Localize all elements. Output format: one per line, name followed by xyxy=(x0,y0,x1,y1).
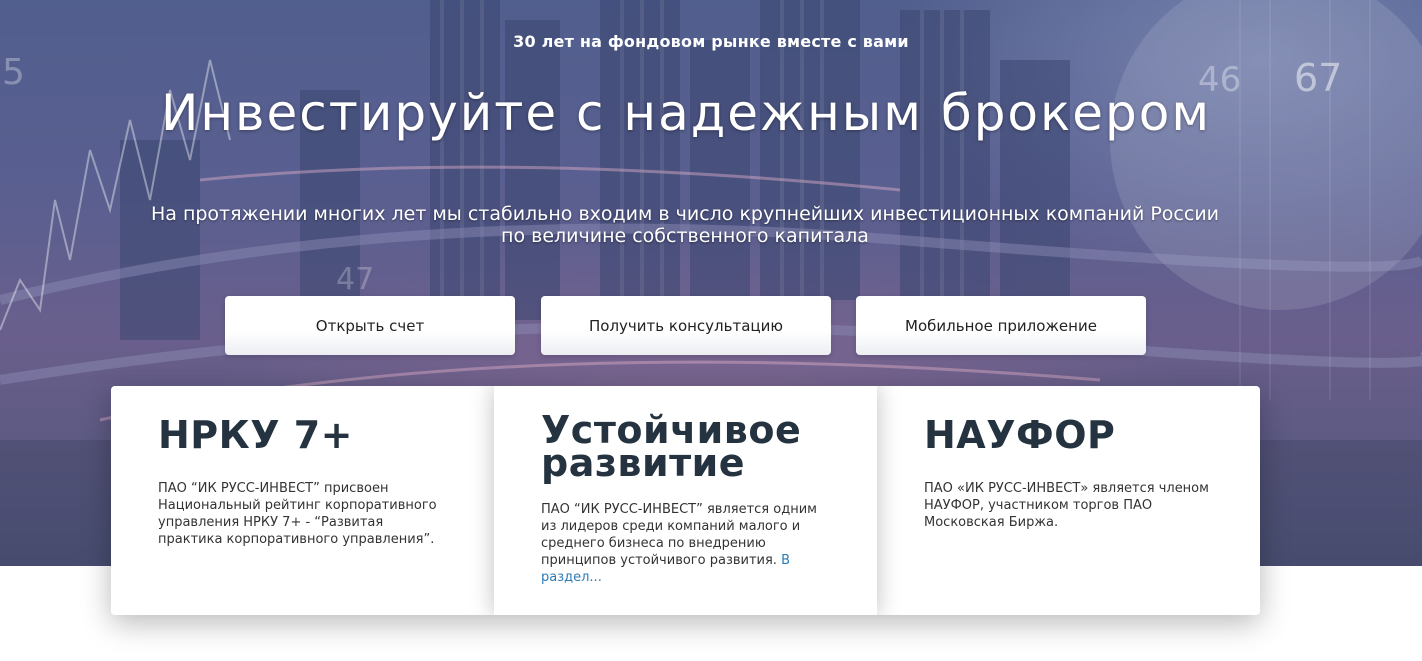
consultation-button[interactable]: Получить консультацию xyxy=(541,296,831,355)
card-text: ПАО “ИК РУСС-ИНВЕСТ” является одним из л… xyxy=(541,501,826,586)
bg-number-4: 47 xyxy=(336,262,375,297)
hero-description-line-1: На протяжении многих лет мы стабильно вх… xyxy=(150,203,1220,225)
hero-description: На протяжении многих лет мы стабильно вх… xyxy=(0,203,1370,247)
card-nrku: НРКУ 7+ ПАО “ИК РУСС-ИНВЕСТ” присвоен На… xyxy=(111,386,494,615)
card-title-line: НРКУ 7+ xyxy=(158,413,354,457)
card-text-body: ПАО “ИК РУСС-ИНВЕСТ” является одним из л… xyxy=(541,502,817,568)
card-text: ПАО «ИК РУСС-ИНВЕСТ» является членом НАУ… xyxy=(924,481,1209,530)
card-sustainable: Устойчивое развитие ПАО “ИК РУСС-ИНВЕСТ”… xyxy=(494,386,877,615)
open-account-button[interactable]: Открыть счет xyxy=(225,296,515,355)
card-title: Устойчивое развитие xyxy=(541,411,841,482)
card-title: НРКУ 7+ xyxy=(158,413,458,457)
feature-cards: НРКУ 7+ ПАО “ИК РУСС-ИНВЕСТ” присвоен На… xyxy=(111,386,1260,615)
card-title: НАУФОР xyxy=(924,413,1224,457)
card-text: ПАО “ИК РУСС-ИНВЕСТ” присвоен Национальн… xyxy=(158,481,437,547)
card-title-line: НАУФОР xyxy=(924,413,1116,457)
mobile-app-button[interactable]: Мобильное приложение xyxy=(856,296,1146,355)
hero-description-line-2: по величине собственного капитала xyxy=(501,225,869,247)
tagline: 30 лет на фондовом рынке вместе с вами xyxy=(513,32,909,51)
page-title: Инвестируйте с надежным брокером xyxy=(160,84,1212,142)
card-naufor: НАУФОР ПАО «ИК РУСС-ИНВЕСТ» является чле… xyxy=(877,386,1260,615)
